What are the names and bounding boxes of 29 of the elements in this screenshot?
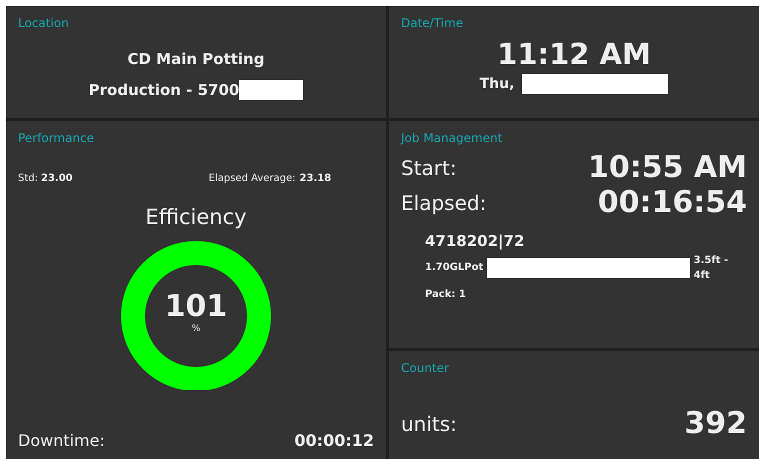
- date-day: Thu,: [480, 74, 514, 95]
- units-count: 392: [684, 405, 747, 443]
- gauge-value: 101: [164, 290, 228, 322]
- units-label: units:: [401, 410, 457, 438]
- location-name: CD Main Potting: [126, 49, 266, 70]
- pack-count: Pack: 1: [425, 288, 467, 302]
- std-label: Std:: [18, 172, 38, 186]
- std-value: 23.00: [41, 172, 73, 186]
- start-time: 10:55 AM: [588, 151, 747, 186]
- panel-title: Location: [18, 15, 70, 32]
- order-number: 4718202|72: [425, 231, 526, 252]
- panel-title: Counter: [401, 360, 450, 377]
- elapsed-average-label: Elapsed Average:: [208, 172, 296, 186]
- elapsed-time: 00:16:54: [598, 186, 747, 220]
- clock-time: 11:12 AM: [496, 36, 652, 73]
- item-code: 1.70GLPot: [425, 261, 484, 275]
- redaction-bar: [239, 80, 304, 100]
- panel-title: Date/Time: [401, 15, 464, 32]
- gauge-unit: %: [190, 322, 202, 336]
- panel-title: Performance: [18, 130, 96, 147]
- item-size: 3.5ft - 4ft: [694, 254, 730, 282]
- production-line: Production - 5700: [88, 80, 240, 100]
- panel-title: Job Management: [401, 130, 504, 147]
- elapsed-label: Elapsed:: [401, 190, 486, 217]
- elapsed-average-value: 23.18: [300, 172, 332, 186]
- start-label: Start:: [401, 155, 457, 182]
- downtime-label: Downtime:: [18, 430, 105, 452]
- downtime-value: 00:00:12: [294, 430, 374, 452]
- gauge-title: Efficiency: [144, 204, 248, 231]
